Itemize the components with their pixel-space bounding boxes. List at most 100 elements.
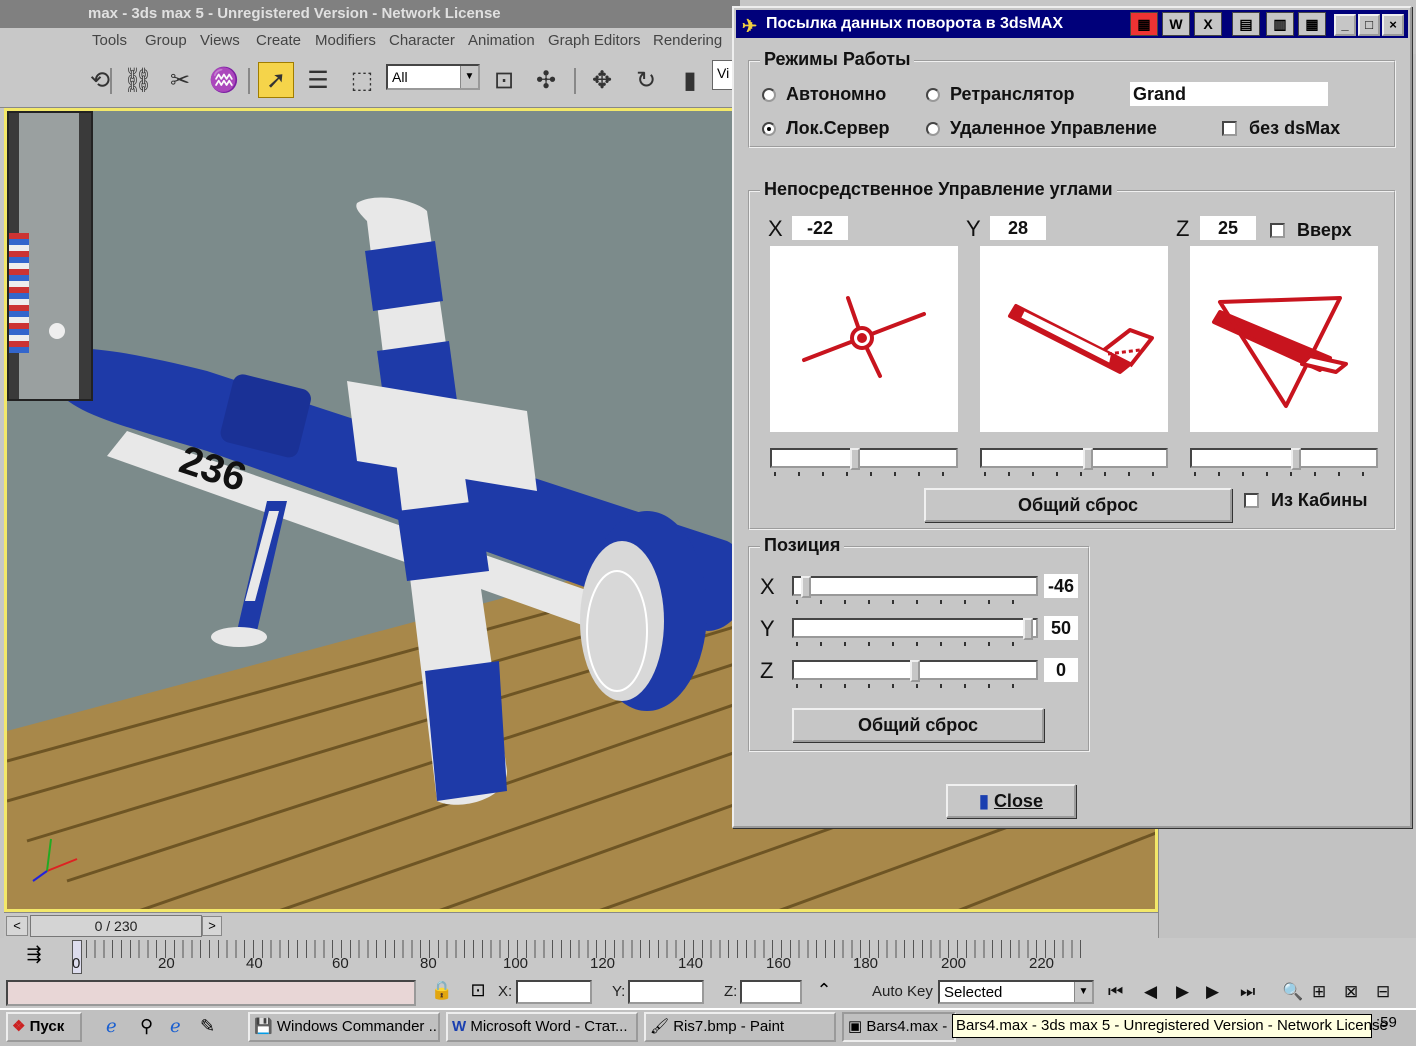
select-and-link-icon[interactable]: ⛓ bbox=[120, 62, 156, 98]
menu-graph-editors[interactable]: Graph Editors bbox=[548, 32, 641, 49]
menu-animation[interactable]: Animation bbox=[468, 32, 535, 49]
word-icon[interactable]: W bbox=[1162, 12, 1190, 36]
bind-to-space-warp-icon[interactable]: ♒ bbox=[206, 62, 242, 98]
rectangular-selection-icon[interactable]: ⬚ bbox=[344, 62, 380, 98]
previous-frame-icon[interactable]: ◀ bbox=[1144, 982, 1157, 1002]
chevron-right-icon[interactable]: > bbox=[202, 916, 222, 936]
slider-thumb[interactable] bbox=[910, 660, 920, 682]
taskbar-3dsmax[interactable]: ▣ Bars4.max - bbox=[842, 1012, 956, 1042]
angle-x-value[interactable]: -22 bbox=[792, 216, 848, 240]
excel-icon[interactable]: X bbox=[1194, 12, 1222, 36]
slider-thumb[interactable] bbox=[1083, 448, 1093, 470]
close-button[interactable]: ▮ Close bbox=[946, 784, 1076, 818]
taskbar-paint[interactable]: 🖌 Ris7.bmp - Paint bbox=[644, 1012, 836, 1042]
display-icon[interactable]: ▦ bbox=[1298, 12, 1326, 36]
undo-icon[interactable]: ⟲ bbox=[82, 62, 118, 98]
mode-remote-control-radio[interactable]: Удаленное Управление bbox=[926, 118, 1157, 139]
zoom-all-icon[interactable]: ⊞ bbox=[1312, 982, 1326, 1002]
menu-tools[interactable]: Tools bbox=[92, 32, 127, 49]
position-x-slider[interactable] bbox=[792, 576, 1038, 604]
key-filter-dropdown[interactable]: Selected ▼ bbox=[938, 980, 1094, 1004]
absolute-mode-icon[interactable]: ⊡ bbox=[464, 980, 492, 1004]
menu-rendering[interactable]: Rendering bbox=[653, 32, 722, 49]
dialog-title-bar[interactable]: ✈ Посылка данных поворота в 3dsMAX ▦ W X… bbox=[736, 10, 1408, 38]
angle-z-slider[interactable] bbox=[1190, 448, 1378, 476]
coord-z-field[interactable] bbox=[740, 980, 802, 1004]
selection-filter-dropdown[interactable]: All ▼ bbox=[386, 64, 480, 90]
unlink-icon[interactable]: ✂ bbox=[162, 62, 198, 98]
minimize-icon[interactable]: _ bbox=[1334, 14, 1356, 36]
mode-local-server-radio[interactable]: Лок.Сервер bbox=[762, 118, 889, 139]
angle-x-slider[interactable] bbox=[770, 448, 958, 476]
angle-y-slider[interactable] bbox=[980, 448, 1168, 476]
coord-x-field[interactable] bbox=[516, 980, 592, 1004]
internet-explorer-icon[interactable]: ℯ bbox=[106, 1016, 117, 1037]
auto-key-button[interactable]: Auto Key bbox=[872, 983, 933, 1000]
rotate-icon[interactable]: ↻ bbox=[628, 62, 664, 98]
position-z-slider[interactable] bbox=[792, 660, 1038, 688]
chevron-left-icon[interactable]: < bbox=[6, 916, 28, 936]
mode-autonomous-radio[interactable]: Автономно bbox=[762, 84, 886, 105]
position-reset-button[interactable]: Общий сброс bbox=[792, 708, 1044, 742]
mode-relay-radio[interactable]: Ретранслятор bbox=[926, 84, 1075, 105]
grid-icon[interactable]: ⌃ bbox=[810, 980, 838, 1004]
slider-thumb[interactable] bbox=[1023, 618, 1033, 640]
taskbar-windows-commander[interactable]: 💾 Windows Commander ... bbox=[248, 1012, 440, 1042]
play-icon[interactable]: ▶ bbox=[1176, 982, 1189, 1002]
menu-create[interactable]: Create bbox=[256, 32, 301, 49]
relay-host-field[interactable]: Grand bbox=[1130, 82, 1328, 106]
pivot-icon[interactable]: ✣ bbox=[528, 62, 564, 98]
angles-reset-button[interactable]: Общий сброс bbox=[924, 488, 1232, 522]
select-by-name-icon[interactable]: ☰ bbox=[300, 62, 336, 98]
zoom-extents-all-icon[interactable]: ⊟ bbox=[1376, 982, 1390, 1002]
angle-z-value[interactable]: 25 bbox=[1200, 216, 1256, 240]
start-button[interactable]: ❖ Пуск bbox=[6, 1012, 82, 1042]
slider-thumb[interactable] bbox=[850, 448, 860, 470]
chevron-down-icon[interactable]: ▼ bbox=[460, 66, 478, 88]
close-icon[interactable]: × bbox=[1382, 14, 1404, 36]
time-slider-thumb[interactable]: 0 / 230 bbox=[30, 915, 202, 937]
position-x-value[interactable]: -46 bbox=[1044, 574, 1078, 598]
lock-icon[interactable]: 🔒 bbox=[428, 980, 456, 1004]
menu-modifiers[interactable]: Modifiers bbox=[315, 32, 376, 49]
angle-y-value[interactable]: 28 bbox=[990, 216, 1046, 240]
taskbar-microsoft-word[interactable]: W Microsoft Word - Стат... bbox=[446, 1012, 638, 1042]
slider-thumb[interactable] bbox=[1291, 448, 1301, 470]
maximize-icon[interactable]: □ bbox=[1358, 14, 1380, 36]
go-to-end-icon[interactable]: ⏭ bbox=[1240, 982, 1255, 1002]
color-palette-icon[interactable]: ▦ bbox=[1130, 12, 1158, 36]
prompt-line[interactable] bbox=[6, 980, 416, 1006]
menu-character[interactable]: Character bbox=[389, 32, 455, 49]
notepad-icon[interactable]: ✎ bbox=[200, 1016, 215, 1037]
menu-group[interactable]: Group bbox=[145, 32, 187, 49]
monitor-icon[interactable]: ▥ bbox=[1266, 12, 1294, 36]
zoom-extents-icon[interactable]: ⊠ bbox=[1344, 982, 1358, 1002]
go-to-start-icon[interactable]: ⏮ bbox=[1108, 982, 1123, 1002]
zoom-icon[interactable]: 🔍 bbox=[1282, 982, 1303, 1002]
browser-icon[interactable]: ℯ bbox=[170, 1016, 181, 1037]
chevron-down-icon[interactable]: ▼ bbox=[1074, 982, 1092, 1002]
slider-thumb[interactable] bbox=[801, 576, 811, 598]
menu-views[interactable]: Views bbox=[200, 32, 240, 49]
scale-icon[interactable]: ▮ bbox=[672, 62, 708, 98]
next-frame-icon[interactable]: ▶ bbox=[1206, 982, 1219, 1002]
from-cockpit-checkbox[interactable]: Из Кабины bbox=[1244, 490, 1368, 511]
angles-group: Непосредственное Управление углами X -22… bbox=[748, 179, 1396, 530]
position-y-slider[interactable] bbox=[792, 618, 1038, 646]
angle-x-preview bbox=[770, 246, 958, 432]
time-slider[interactable]: < 0 / 230 > bbox=[4, 912, 1158, 938]
position-y-value[interactable]: 50 bbox=[1044, 616, 1078, 640]
key-filter-icon[interactable]: ⇶ bbox=[20, 944, 48, 970]
select-and-manipulate-icon[interactable]: ⊡ bbox=[486, 62, 522, 98]
select-object-icon[interactable]: ➚ bbox=[258, 62, 294, 98]
track-bar[interactable]: ⇶ 0 20 40 60 80 100 120 140 160 180 200 … bbox=[0, 938, 1416, 978]
up-checkbox[interactable]: Вверх bbox=[1270, 220, 1352, 241]
position-z-value[interactable]: 0 bbox=[1044, 658, 1078, 682]
move-icon[interactable]: ✥ bbox=[584, 62, 620, 98]
window-icon[interactable]: ▤ bbox=[1232, 12, 1260, 36]
no-dsmax-checkbox[interactable]: без dsMax bbox=[1222, 118, 1340, 139]
satellite-icon[interactable]: ⚲ bbox=[140, 1016, 153, 1037]
track-label: 0 bbox=[72, 955, 81, 972]
coord-y-field[interactable] bbox=[628, 980, 704, 1004]
position-group-title: Позиция bbox=[760, 535, 845, 556]
